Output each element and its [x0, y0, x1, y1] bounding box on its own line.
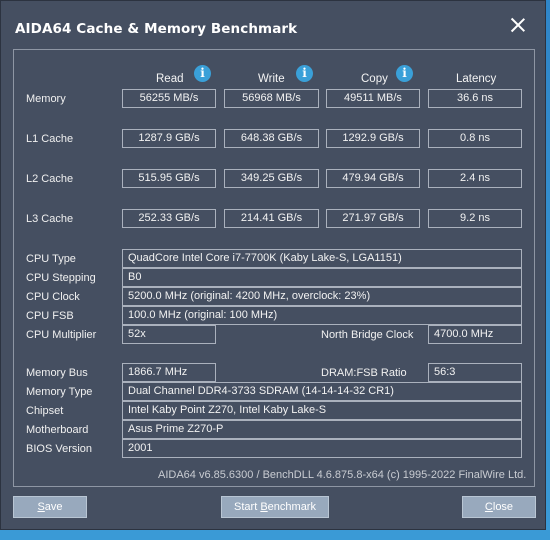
cpu-fsb-label: CPU FSB [26, 310, 74, 322]
memory-label: Memory [26, 93, 66, 105]
cpu-type-value: QuadCore Intel Core i7-7700K (Kaby Lake-… [122, 249, 522, 268]
dram-fsb-ratio-value: 56:3 [428, 363, 522, 382]
bios-version-label: BIOS Version [26, 443, 93, 455]
close-icon[interactable] [511, 18, 525, 32]
l3-write-value: 214.41 GB/s [224, 209, 319, 228]
l2-copy-value: 479.94 GB/s [326, 169, 420, 188]
chipset-value: Intel Kaby Point Z270, Intel Kaby Lake-S [122, 401, 522, 420]
memory-latency-value: 36.6 ns [428, 89, 522, 108]
latency-header: Latency [456, 73, 497, 85]
memory-type-value: Dual Channel DDR4-3733 SDRAM (14-14-14-3… [122, 382, 522, 401]
l3-copy-value: 271.97 GB/s [326, 209, 420, 228]
l2-read-value: 515.95 GB/s [122, 169, 216, 188]
save-button-label: ave [44, 501, 63, 513]
cpu-stepping-label: CPU Stepping [26, 272, 96, 284]
read-info-icon[interactable]: i [194, 65, 211, 82]
l3-cache-label: L3 Cache [26, 213, 74, 225]
l2-write-value: 349.25 GB/s [224, 169, 319, 188]
close-button-label: lose [492, 501, 514, 513]
start-benchmark-label-prefix: Start [234, 501, 261, 513]
motherboard-label: Motherboard [26, 424, 89, 436]
start-benchmark-mnemonic: B [260, 501, 268, 513]
memory-read-value: 56255 MB/s [122, 89, 216, 108]
cpu-type-label: CPU Type [26, 253, 76, 265]
l3-latency-value: 9.2 ns [428, 209, 522, 228]
memory-type-label: Memory Type [26, 386, 93, 398]
start-benchmark-label: enchmark [267, 501, 316, 513]
north-bridge-clock-label: North Bridge Clock [321, 329, 414, 341]
save-button[interactable]: Save [13, 496, 87, 518]
memory-bus-value: 1866.7 MHz [122, 363, 216, 382]
dram-fsb-ratio-label: DRAM:FSB Ratio [321, 367, 407, 379]
close-button-mnemonic: C [484, 501, 493, 513]
title-bar: AIDA64 Cache & Memory Benchmark [1, 1, 545, 45]
benchmark-window: AIDA64 Cache & Memory Benchmark Read i W… [0, 0, 546, 530]
close-button[interactable]: Close [462, 496, 536, 518]
save-button-mnemonic: S [37, 501, 45, 513]
l2-cache-label: L2 Cache [26, 173, 74, 185]
l1-read-value: 1287.9 GB/s [122, 129, 216, 148]
cpu-multiplier-label: CPU Multiplier [26, 329, 97, 341]
l3-read-value: 252.33 GB/s [122, 209, 216, 228]
copy-header: Copy [361, 73, 388, 85]
copyright-footer: AIDA64 v6.85.6300 / BenchDLL 4.6.875.8-x… [158, 469, 527, 481]
cpu-clock-value: 5200.0 MHz (original: 4200 MHz, overcloc… [122, 287, 522, 306]
start-benchmark-button[interactable]: Start Benchmark [221, 496, 329, 518]
cpu-clock-label: CPU Clock [26, 291, 80, 303]
read-header: Read [156, 73, 184, 85]
motherboard-value: Asus Prime Z270-P [122, 420, 522, 439]
memory-copy-value: 49511 MB/s [326, 89, 420, 108]
window-title: AIDA64 Cache & Memory Benchmark [15, 21, 298, 37]
memory-bus-label: Memory Bus [26, 367, 88, 379]
l1-write-value: 648.38 GB/s [224, 129, 319, 148]
l2-latency-value: 2.4 ns [428, 169, 522, 188]
bios-version-value: 2001 [122, 439, 522, 458]
cpu-fsb-value: 100.0 MHz (original: 100 MHz) [122, 306, 522, 325]
l1-latency-value: 0.8 ns [428, 129, 522, 148]
write-info-icon[interactable]: i [296, 65, 313, 82]
cpu-multiplier-value: 52x [122, 325, 216, 344]
chipset-label: Chipset [26, 405, 64, 417]
l1-cache-label: L1 Cache [26, 133, 74, 145]
north-bridge-clock-value: 4700.0 MHz [428, 325, 522, 344]
l1-copy-value: 1292.9 GB/s [326, 129, 420, 148]
write-header: Write [258, 73, 285, 85]
memory-write-value: 56968 MB/s [224, 89, 319, 108]
cpu-stepping-value: B0 [122, 268, 522, 287]
copy-info-icon[interactable]: i [396, 65, 413, 82]
